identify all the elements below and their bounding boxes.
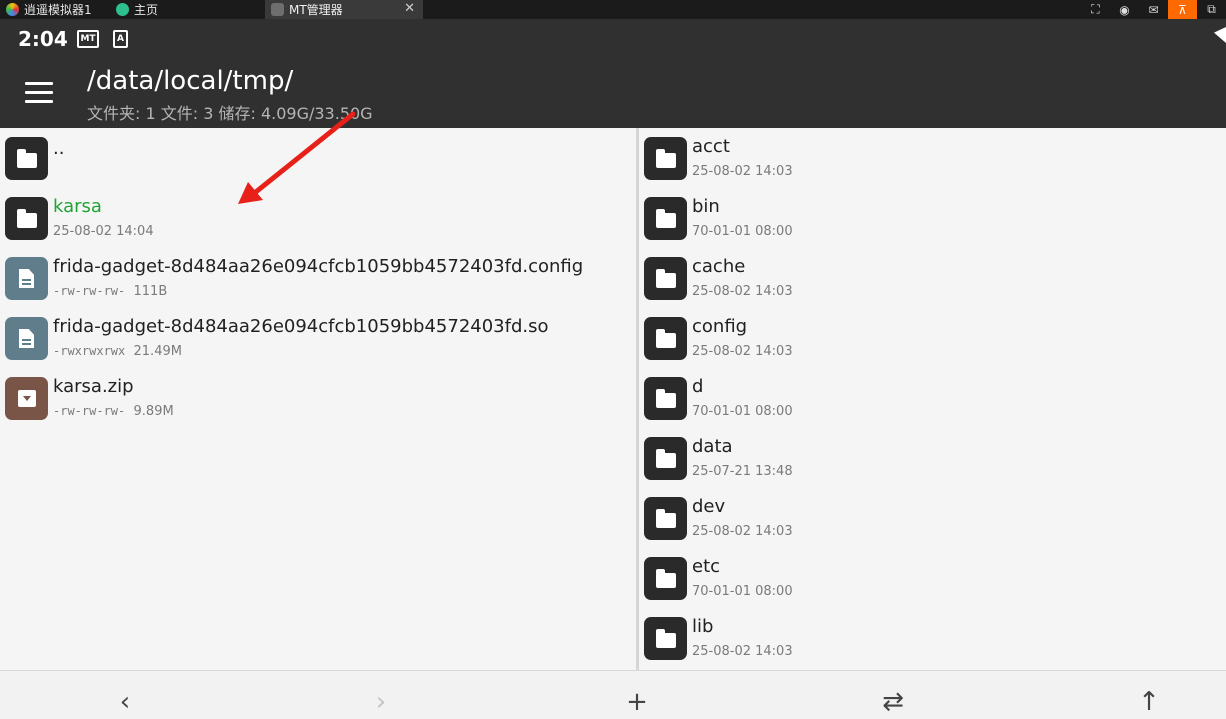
- file-date: 70-01-01 08:00: [692, 224, 793, 239]
- screenshot-icon[interactable]: ⛶: [1081, 0, 1110, 19]
- a-notification-icon: A: [113, 30, 128, 48]
- file-row-karsa-zip[interactable]: karsa.zip -rw-rw-rw- 9.89M: [0, 368, 636, 428]
- file-date: 25-07-21 13:48: [692, 464, 793, 479]
- back-icon[interactable]: ‹: [110, 687, 140, 717]
- file-date: 25-08-02 14:03: [692, 284, 793, 299]
- left-file-pane: .. karsa 25-08-02 14:04 frida-gadget-8d4…: [0, 128, 636, 670]
- app-bar: /data/local/tmp/ 文件夹: 1 文件: 3 储存: 4.09G/…: [0, 59, 1226, 128]
- tab-mt-manager[interactable]: MT管理器 ✕: [265, 0, 423, 19]
- dir-row[interactable]: cache 25-08-02 14:03: [639, 248, 1226, 308]
- bottom-toolbar: ‹ › + ⇄ ↑: [0, 670, 1226, 719]
- pin-icon[interactable]: ⊼: [1168, 0, 1197, 19]
- mt-app-icon: [271, 3, 284, 16]
- file-date: 25-08-02 14:03: [692, 164, 793, 179]
- file-name: data: [692, 436, 733, 457]
- file-date: 70-01-01 08:00: [692, 404, 793, 419]
- document-icon: [5, 317, 48, 360]
- folder-icon: [644, 137, 687, 180]
- file-name: config: [692, 316, 748, 337]
- swap-panes-icon[interactable]: ⇄: [878, 687, 908, 717]
- file-name: etc: [692, 556, 721, 577]
- folder-icon: [644, 317, 687, 360]
- folder-icon: [644, 557, 687, 600]
- folder-icon: [644, 257, 687, 300]
- status-time: 2:04: [18, 27, 68, 51]
- window-restore-icon[interactable]: ⧉: [1197, 0, 1226, 19]
- dir-row[interactable]: acct 25-08-02 14:03: [639, 128, 1226, 188]
- file-name: bin: [692, 196, 720, 217]
- folder-icon: [644, 437, 687, 480]
- file-permissions: -rw-rw-rw-: [53, 284, 126, 298]
- parent-directory-row[interactable]: ..: [0, 128, 636, 188]
- file-name: karsa: [53, 196, 102, 217]
- tab-label: MT管理器: [289, 3, 343, 17]
- file-name: frida-gadget-8d484aa26e094cfcb1059bb4572…: [53, 316, 549, 337]
- file-size: 21.49M: [133, 344, 182, 359]
- folder-icon: [644, 197, 687, 240]
- dir-row[interactable]: dev 25-08-02 14:03: [639, 488, 1226, 548]
- file-row-gadget-so[interactable]: frida-gadget-8d484aa26e094cfcb1059bb4572…: [0, 308, 636, 368]
- folder-icon: [644, 497, 687, 540]
- file-name: ..: [53, 138, 65, 159]
- folder-icon: [644, 377, 687, 420]
- file-date: 25-08-02 14:04: [53, 224, 154, 239]
- folder-icon: [5, 137, 48, 180]
- forward-icon[interactable]: ›: [366, 687, 396, 717]
- tab-home[interactable]: 主页: [110, 0, 265, 19]
- file-permissions: -rwxrwxrwx: [53, 344, 126, 358]
- emulator-tab-bar: 逍遥模拟器1 主页 MT管理器 ✕ ⛶ ◉ ✉ ⊼ ⧉: [0, 0, 1226, 19]
- tab-label: 逍遥模拟器1: [24, 3, 92, 17]
- status-bar: 2:04 MT A: [0, 19, 1226, 59]
- file-name: lib: [692, 616, 714, 637]
- tab-emulator[interactable]: 逍遥模拟器1: [0, 0, 110, 19]
- add-icon[interactable]: +: [622, 687, 652, 717]
- mail-icon[interactable]: ✉: [1139, 0, 1168, 19]
- document-icon: [5, 257, 48, 300]
- file-name: karsa.zip: [53, 376, 134, 397]
- file-size: 111B: [133, 284, 168, 299]
- dir-row[interactable]: bin 70-01-01 08:00: [639, 188, 1226, 248]
- up-directory-icon[interactable]: ↑: [1134, 687, 1164, 717]
- file-name: dev: [692, 496, 726, 517]
- file-row-gadget-config[interactable]: frida-gadget-8d484aa26e094cfcb1059bb4572…: [0, 248, 636, 308]
- file-name: frida-gadget-8d484aa26e094cfcb1059bb4572…: [53, 256, 584, 277]
- file-name: acct: [692, 136, 730, 157]
- dir-row[interactable]: lib 25-08-02 14:03: [639, 608, 1226, 668]
- window-controls: ⛶ ◉ ✉ ⊼ ⧉: [1081, 0, 1226, 19]
- folder-summary: 文件夹: 1 文件: 3 储存: 4.09G/33.50G: [87, 104, 373, 123]
- file-date: 25-08-02 14:03: [692, 524, 793, 539]
- dir-row[interactable]: config 25-08-02 14:03: [639, 308, 1226, 368]
- file-date: 25-08-02 14:03: [692, 644, 793, 659]
- folder-icon: [644, 617, 687, 660]
- mt-notification-icon: MT: [77, 30, 99, 48]
- account-icon[interactable]: ◉: [1110, 0, 1139, 19]
- file-permissions: -rw-rw-rw-: [53, 404, 126, 418]
- file-size: 9.89M: [133, 404, 174, 419]
- archive-icon: [5, 377, 48, 420]
- right-file-pane: acct 25-08-02 14:03 bin 70-01-01 08:00 c…: [639, 128, 1226, 670]
- home-icon: [116, 3, 129, 16]
- file-meta: -rw-rw-rw- 111B: [53, 284, 167, 299]
- emulator-logo-icon: [6, 3, 19, 16]
- dir-row[interactable]: data 25-07-21 13:48: [639, 428, 1226, 488]
- tab-label: 主页: [134, 3, 159, 17]
- file-name: cache: [692, 256, 746, 277]
- menu-icon[interactable]: [22, 79, 56, 107]
- file-row-karsa[interactable]: karsa 25-08-02 14:04: [0, 188, 636, 248]
- folder-icon: [5, 197, 48, 240]
- file-meta: -rwxrwxrwx 21.49M: [53, 344, 182, 359]
- file-date: 25-08-02 14:03: [692, 344, 793, 359]
- dir-row[interactable]: etc 70-01-01 08:00: [639, 548, 1226, 608]
- file-date: 70-01-01 08:00: [692, 584, 793, 599]
- wifi-icon: [1214, 27, 1226, 43]
- close-tab-icon[interactable]: ✕: [404, 1, 415, 16]
- file-name: d: [692, 376, 704, 397]
- current-path: /data/local/tmp/: [87, 66, 294, 96]
- dir-row[interactable]: d 70-01-01 08:00: [639, 368, 1226, 428]
- file-meta: -rw-rw-rw- 9.89M: [53, 404, 174, 419]
